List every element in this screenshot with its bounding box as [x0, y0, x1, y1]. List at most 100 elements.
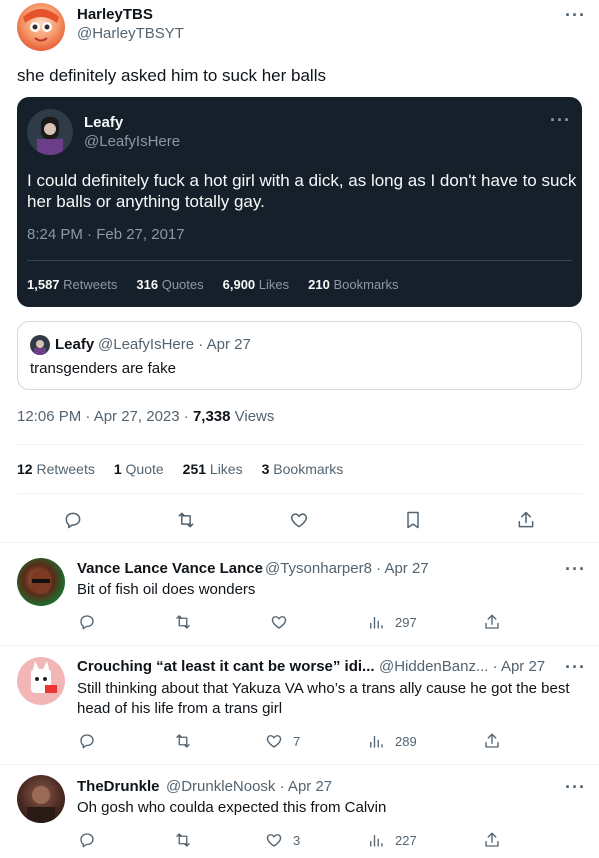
quoted-tweet-dark[interactable]: Leafy @LeafyIsHere ··· I could definitel… — [17, 97, 582, 307]
avatar-art-icon — [37, 117, 63, 155]
retweet-button[interactable] — [176, 510, 196, 530]
reply-icon — [80, 615, 94, 630]
views-button[interactable]: 227 — [367, 831, 417, 849]
reply-name[interactable]: Crouching “at least it cant be worse” id… — [77, 658, 375, 675]
reply-button[interactable] — [78, 613, 96, 631]
retweet-icon — [176, 615, 190, 629]
like-button[interactable] — [270, 613, 298, 631]
reply-avatar[interactable] — [17, 558, 65, 606]
quoted-tweet-light[interactable]: Leafy @LeafyIsHere · Apr 27 transgenders… — [17, 321, 582, 390]
quoted-timestamp[interactable]: 8:24 PM · Feb 27, 2017 — [27, 226, 185, 243]
views-count: 289 — [395, 733, 417, 749]
quoted-text: transgenders are fake — [30, 360, 176, 377]
quoted-stats: 1,587 Retweets 316 Quotes 6,900 Likes 21… — [27, 277, 399, 292]
avatar-art-icon — [34, 340, 46, 355]
stat-bookmarks[interactable]: 210 Bookmarks — [308, 277, 398, 292]
like-icon — [266, 735, 282, 748]
views-count: 227 — [395, 832, 417, 848]
divider — [17, 444, 582, 445]
avatar-art-icon — [31, 661, 57, 693]
share-button[interactable] — [516, 510, 536, 530]
tweet-text: she definitely asked him to suck her bal… — [17, 66, 326, 85]
author-avatar[interactable] — [17, 3, 65, 51]
divider — [0, 645, 599, 646]
stat-quotes[interactable]: 316 Quotes — [136, 277, 203, 292]
more-icon[interactable]: ··· — [565, 778, 586, 796]
stat-quotes[interactable]: 1 Quote — [114, 461, 164, 477]
tweet-timestamp[interactable]: 12:06 PM · Apr 27, 2023 · 7,338 Views — [17, 408, 274, 425]
views-button[interactable]: 289 — [367, 732, 417, 750]
reply-avatar[interactable] — [17, 657, 65, 705]
like-count: 3 — [293, 832, 301, 848]
reply-name[interactable]: TheDrunkle — [77, 778, 160, 795]
reply-icon — [80, 833, 94, 848]
reply-meta[interactable]: @HiddenBanz... · Apr 27 — [379, 658, 545, 675]
bookmark-icon — [407, 511, 419, 529]
quoted-meta[interactable]: @LeafyIsHere · Apr 27 — [98, 336, 251, 353]
views-button[interactable]: 297 — [367, 613, 417, 631]
share-icon — [518, 511, 534, 528]
avatar-art-icon — [27, 786, 55, 823]
reply-button[interactable] — [63, 510, 83, 530]
views-count: 297 — [395, 614, 417, 630]
stat-retweets[interactable]: 1,587 Retweets — [27, 277, 117, 292]
stat-bookmarks[interactable]: 3 Bookmarks — [262, 461, 344, 477]
views-icon — [370, 834, 383, 847]
avatar-art-icon — [31, 570, 51, 594]
like-count: 7 — [293, 733, 301, 749]
reply-button[interactable] — [78, 831, 96, 849]
bookmark-button[interactable] — [403, 510, 423, 530]
reply-button[interactable] — [78, 732, 96, 750]
quoted-name[interactable]: Leafy — [55, 336, 94, 353]
share-button[interactable] — [483, 613, 501, 631]
reply-icon — [80, 734, 94, 749]
stat-retweets[interactable]: 12 Retweets — [17, 461, 95, 477]
like-button[interactable] — [289, 510, 309, 530]
more-icon[interactable]: ··· — [565, 560, 586, 578]
like-icon — [271, 616, 287, 629]
retweet-button[interactable] — [174, 732, 192, 750]
share-button[interactable] — [483, 831, 501, 849]
share-icon — [485, 733, 499, 748]
reply-text: Oh gosh who coulda expected this from Ca… — [77, 799, 387, 816]
author-handle[interactable]: @HarleyTBSYT — [77, 25, 184, 42]
views-icon — [370, 616, 383, 629]
quoted-text: I could definitely fuck a hot girl with … — [27, 171, 577, 211]
like-icon — [266, 834, 282, 847]
reply-meta[interactable]: @Tysonharper8 · Apr 27 — [265, 560, 429, 577]
stat-likes[interactable]: 251 Likes — [183, 461, 243, 477]
reply-avatar[interactable] — [17, 775, 65, 823]
divider — [17, 493, 582, 494]
stat-likes[interactable]: 6,900 Likes — [223, 277, 290, 292]
like-button[interactable]: 3 — [265, 831, 300, 849]
like-button[interactable]: 7 — [265, 732, 300, 750]
retweet-button[interactable] — [174, 613, 192, 631]
more-icon[interactable]: ··· — [550, 111, 571, 129]
divider — [27, 260, 572, 261]
retweet-icon — [176, 734, 190, 748]
quoted-avatar-small[interactable] — [30, 335, 50, 355]
share-button[interactable] — [483, 732, 501, 750]
reply-text: Bit of fish oil does wonders — [77, 581, 256, 598]
divider — [0, 542, 599, 543]
share-icon — [485, 614, 499, 629]
quoted-handle[interactable]: @LeafyIsHere — [84, 133, 180, 150]
reply-meta[interactable]: @DrunkleNoosk · Apr 27 — [166, 778, 332, 795]
reply-icon — [65, 512, 81, 529]
share-icon — [485, 832, 499, 847]
quoted-avatar[interactable] — [27, 109, 73, 155]
avatar-art-icon — [23, 9, 59, 42]
reply-text: Still thinking about that Yakuza VA who’… — [77, 680, 570, 717]
views-icon — [370, 735, 383, 748]
author-name[interactable]: HarleyTBS — [77, 6, 153, 23]
more-icon[interactable]: ··· — [565, 658, 586, 676]
retweet-icon — [176, 833, 190, 847]
more-icon[interactable]: ··· — [565, 6, 586, 24]
reply-name[interactable]: Vance Lance Vance Lance — [77, 560, 263, 577]
like-icon — [290, 513, 308, 528]
retweet-button[interactable] — [174, 831, 192, 849]
retweet-icon — [178, 512, 194, 528]
tweet-stats: 12 Retweets 1 Quote 251 Likes 3 Bookmark… — [17, 461, 343, 477]
divider — [0, 764, 599, 765]
quoted-name[interactable]: Leafy — [84, 114, 123, 131]
